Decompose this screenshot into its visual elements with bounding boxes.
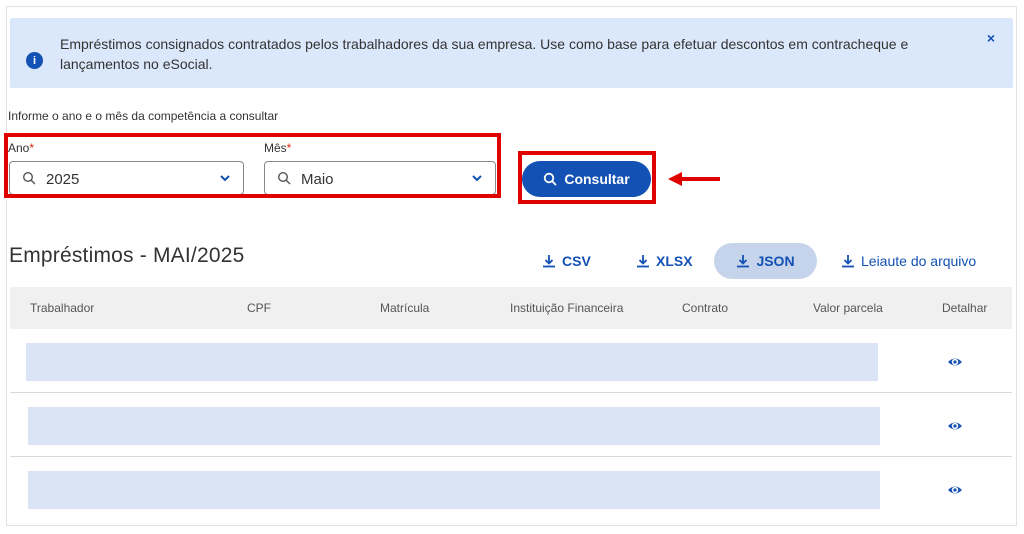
arrow-left-icon xyxy=(668,172,720,186)
download-icon xyxy=(737,255,750,268)
close-icon[interactable]: × xyxy=(987,30,995,46)
results-title: Empréstimos - MAI/2025 xyxy=(9,244,245,267)
table-row xyxy=(10,393,1012,457)
download-xlsx-link[interactable]: XLSX xyxy=(636,253,693,269)
column-header-contrato[interactable]: Contrato xyxy=(682,301,728,315)
column-header-instituicao[interactable]: Instituição Financeira xyxy=(510,301,623,315)
column-header-matricula[interactable]: Matrícula xyxy=(380,301,429,315)
redacted-row-content xyxy=(28,407,880,445)
highlight-box-button xyxy=(518,151,656,204)
download-csv-link[interactable]: CSV xyxy=(542,253,591,269)
download-layout-label: Leiaute do arquivo xyxy=(861,253,977,269)
highlight-box-filters xyxy=(4,133,501,198)
redacted-row-content xyxy=(26,343,878,381)
download-csv-label: CSV xyxy=(562,253,591,269)
download-xlsx-label: XLSX xyxy=(656,253,693,269)
table-row xyxy=(10,457,1012,521)
table-header: Trabalhador CPF Matrícula Instituição Fi… xyxy=(10,287,1012,329)
download-icon xyxy=(543,255,555,268)
eye-icon[interactable] xyxy=(947,482,963,498)
column-header-valor-parcela[interactable]: Valor parcela xyxy=(813,301,883,315)
column-header-detalhar: Detalhar xyxy=(942,301,988,315)
filter-hint: Informe o ano e o mês da competência a c… xyxy=(8,109,279,123)
table-row xyxy=(10,329,1012,393)
eye-icon[interactable] xyxy=(947,354,963,370)
download-icon xyxy=(842,255,854,268)
info-alert: i Empréstimos consignados contratados pe… xyxy=(10,18,1013,88)
info-icon: i xyxy=(26,52,43,69)
download-icon xyxy=(637,255,649,268)
download-layout-link[interactable]: Leiaute do arquivo xyxy=(841,253,976,269)
redacted-row-content xyxy=(28,471,880,509)
eye-icon[interactable] xyxy=(947,418,963,434)
download-json-button[interactable]: JSON xyxy=(714,243,817,279)
alert-message: Empréstimos consignados contratados pelo… xyxy=(60,36,909,72)
column-header-cpf[interactable]: CPF xyxy=(247,301,271,315)
download-json-label: JSON xyxy=(756,253,795,269)
column-header-trabalhador[interactable]: Trabalhador xyxy=(30,301,94,315)
